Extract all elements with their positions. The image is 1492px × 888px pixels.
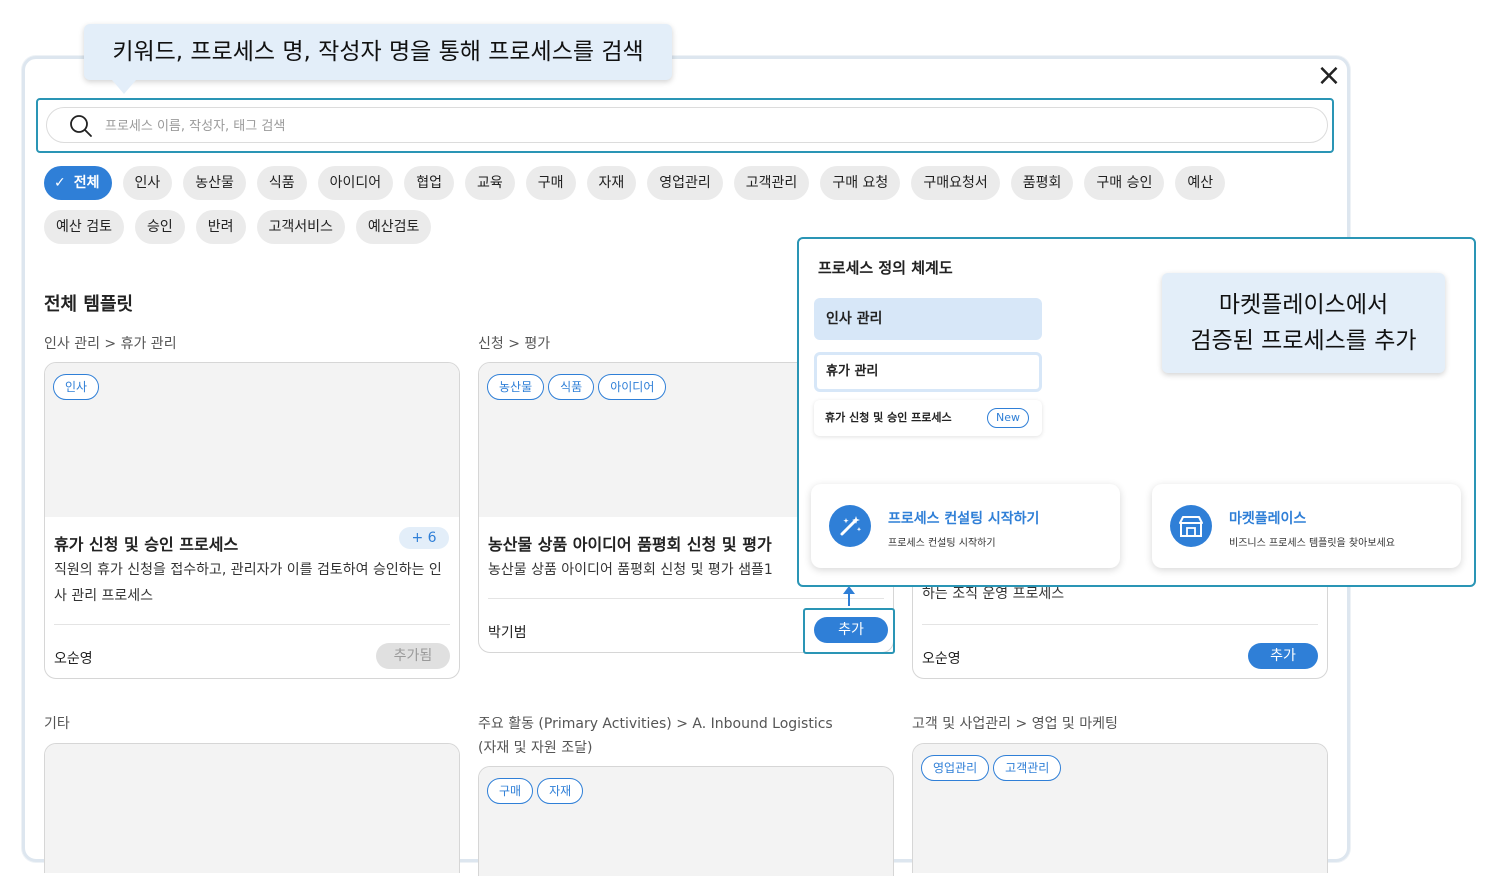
tag-list: 영업관리 고객관리 (921, 755, 1062, 781)
chip-category[interactable]: 예산검토 (355, 210, 432, 244)
chip-category[interactable]: 교육 (464, 166, 515, 200)
tag: 자재 (537, 778, 584, 804)
marketplace-tooltip: 마켓플레이스에서 검증된 프로세스를 추가 (1162, 273, 1445, 373)
category-chips: ✓ 전체 인사 농산물 식품 아이디어 협업 교육 구매 자재 영업관리 고객관리… (44, 166, 1304, 244)
tag: 식품 (548, 374, 595, 400)
tag: 농산물 (487, 374, 545, 400)
template-card[interactable] (44, 743, 460, 873)
chip-category[interactable]: 예산 검토 (44, 210, 124, 244)
chip-all[interactable]: ✓ 전체 (44, 166, 112, 200)
chip-category[interactable]: 고객관리 (733, 166, 810, 200)
search-highlight-frame (36, 98, 1334, 153)
template-path: (자재 및 자원 조달) (478, 740, 593, 756)
search-input[interactable] (105, 112, 1305, 140)
more-tags-badge[interactable]: + 6 (399, 527, 449, 549)
new-badge: New (987, 408, 1029, 428)
search-tooltip: 키워드, 프로세스 명, 작성자 명을 통해 프로세스를 검색 (84, 24, 672, 94)
template-card[interactable]: 인사 휴가 신청 및 승인 프로세스 + 6 직원의 휴가 신청을 접수하고, … (44, 362, 460, 679)
chip-category[interactable]: 농산물 (183, 166, 246, 200)
screen: × ✓ 전체 인사 농산물 식품 아이디어 협업 교육 구매 자재 영업관리 고객… (0, 0, 1492, 888)
consulting-card[interactable]: 프로세스 컨설팅 시작하기 프로세스 컨설팅 시작하기 (811, 484, 1120, 568)
consulting-subtitle: 프로세스 컨설팅 시작하기 (888, 538, 996, 549)
template-card[interactable]: 영업관리 고객관리 (912, 743, 1328, 873)
tag: 고객관리 (993, 755, 1062, 781)
divider (922, 624, 1318, 625)
hierarchy-level1[interactable]: 인사 관리 (814, 298, 1042, 340)
template-path: 고객 및 사업관리 > 영업 및 마케팅 (912, 716, 1118, 732)
close-icon[interactable]: × (1315, 61, 1343, 91)
chip-category[interactable]: 구매 요청 (820, 166, 901, 200)
hierarchy-level3[interactable]: 휴가 신청 및 승인 프로세스 New (814, 400, 1042, 436)
added-button[interactable]: 추가됨 (376, 643, 450, 669)
chip-category[interactable]: 아이디어 (317, 166, 394, 200)
chip-category[interactable]: 구매요청서 (911, 166, 1000, 200)
chip-category[interactable]: 인사 (122, 166, 173, 200)
card-title: 휴가 신청 및 승인 프로세스 (54, 535, 239, 554)
chip-category[interactable]: 구매 (525, 166, 576, 200)
tooltip-line: 검증된 프로세스를 추가 (1190, 328, 1417, 354)
card-preview (45, 363, 459, 517)
chip-category[interactable]: 협업 (404, 166, 454, 200)
tag: 영업관리 (921, 755, 990, 781)
template-path: 인사 관리 > 휴가 관리 (44, 336, 177, 352)
marketplace-subtitle: 비즈니스 프로세스 템플릿을 찾아보세요 (1229, 538, 1395, 549)
template-path: 기타 (44, 716, 70, 732)
card-preview (45, 744, 459, 873)
storefront-icon (1170, 505, 1212, 547)
template-card[interactable]: 구매 자재 (478, 766, 894, 876)
chip-category[interactable]: 자재 (586, 166, 637, 200)
tag: 구매 (487, 778, 534, 804)
chip-category[interactable]: 영업관리 (647, 166, 723, 200)
card-description: 직원의 휴가 신청을 접수하고, 관리자가 이를 검토하여 승인하는 인사 관리… (54, 562, 442, 604)
chip-category[interactable]: 품평회 (1010, 166, 1074, 200)
chip-category[interactable]: 예산 (1175, 166, 1226, 200)
pointer-arrow (848, 592, 850, 606)
marketplace-title: 마켓플레이스 (1229, 511, 1307, 527)
tag: 아이디어 (598, 374, 667, 400)
card-author: 오순영 (922, 651, 961, 667)
consulting-title: 프로세스 컨설팅 시작하기 (888, 511, 1040, 527)
panel-title: 프로세스 정의 체계도 (818, 259, 953, 277)
chip-category[interactable]: 식품 (256, 166, 307, 200)
search-bar[interactable] (46, 107, 1328, 143)
chip-category[interactable]: 승인 (134, 210, 185, 244)
divider (488, 598, 884, 599)
search-icon (70, 115, 92, 137)
card-author: 박기범 (488, 625, 527, 641)
tag-list: 구매 자재 (487, 778, 584, 804)
process-name: 휴가 신청 및 승인 프로세스 (825, 411, 952, 424)
arrow-up-icon (843, 586, 855, 594)
chip-category[interactable]: 구매 승인 (1084, 166, 1165, 200)
card-title: 농산물 상품 아이디어 품평회 신청 및 평가 (488, 535, 772, 554)
card-author: 오순영 (54, 651, 93, 667)
template-path: 신청 > 평가 (478, 336, 551, 352)
tag: 인사 (53, 374, 100, 400)
add-button[interactable]: 추가 (1248, 643, 1318, 669)
hierarchy-level2[interactable]: 휴가 관리 (814, 352, 1042, 392)
check-icon: ✓ (54, 175, 66, 191)
chip-category[interactable]: 고객서비스 (256, 210, 345, 244)
template-path: 주요 활동 (Primary Activities) > A. Inbound … (478, 716, 833, 732)
tag-list: 인사 (53, 374, 100, 400)
divider (54, 624, 450, 625)
section-title: 전체 템플릿 (44, 294, 134, 315)
marketplace-card[interactable]: 마켓플레이스 비즈니스 프로세스 템플릿을 찾아보세요 (1152, 484, 1461, 568)
tag-list: 농산물 식품 아이디어 (487, 374, 667, 400)
tooltip-line: 마켓플레이스에서 (1218, 292, 1389, 318)
add-button-highlight-frame (803, 608, 895, 654)
magic-wand-icon (829, 505, 871, 547)
chip-label: 전체 (73, 175, 100, 191)
chip-category[interactable]: 반려 (195, 210, 246, 244)
